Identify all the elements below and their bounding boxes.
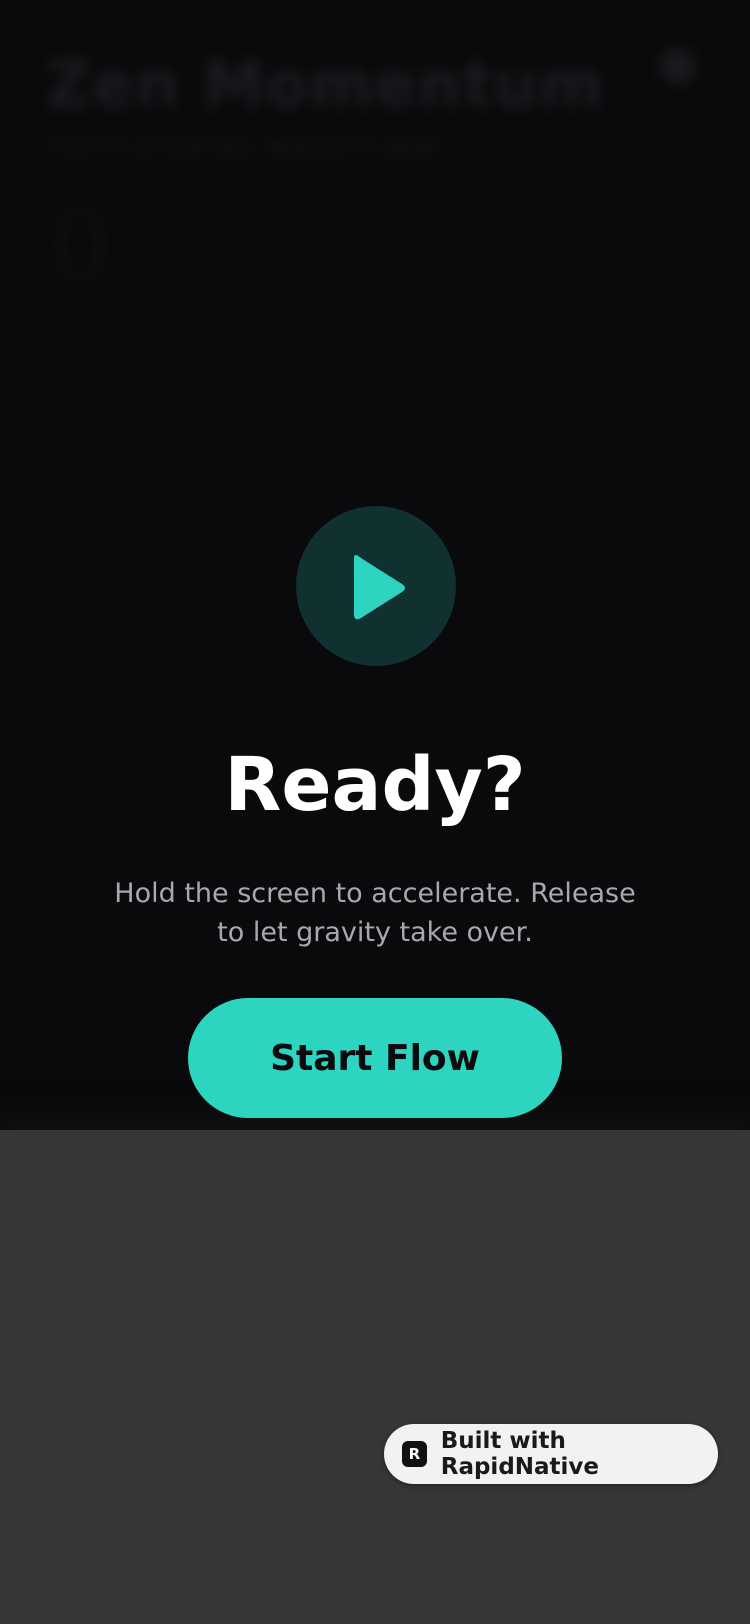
app-title: Zen Momentum (46, 48, 605, 121)
badge-label: Built with RapidNative (440, 1428, 600, 1480)
ready-title: Ready? (224, 742, 526, 828)
app-subtitle: Hold to accelerate. Release to glide. (48, 134, 447, 159)
built-with-badge[interactable]: R Built with RapidNative (384, 1424, 718, 1484)
ready-description: Hold the screen to accelerate. Release t… (114, 878, 636, 948)
settings-icon (660, 48, 696, 84)
bottom-panel (0, 1130, 750, 1624)
start-flow-button[interactable]: Start Flow (188, 998, 562, 1118)
score-counter: 0 (50, 190, 112, 302)
play-icon (354, 555, 405, 620)
play-icon-circle (296, 506, 456, 666)
blurred-header: Zen Momentum Hold to accelerate. Release… (0, 0, 750, 320)
rapidnative-logo-icon: R (402, 1441, 427, 1467)
